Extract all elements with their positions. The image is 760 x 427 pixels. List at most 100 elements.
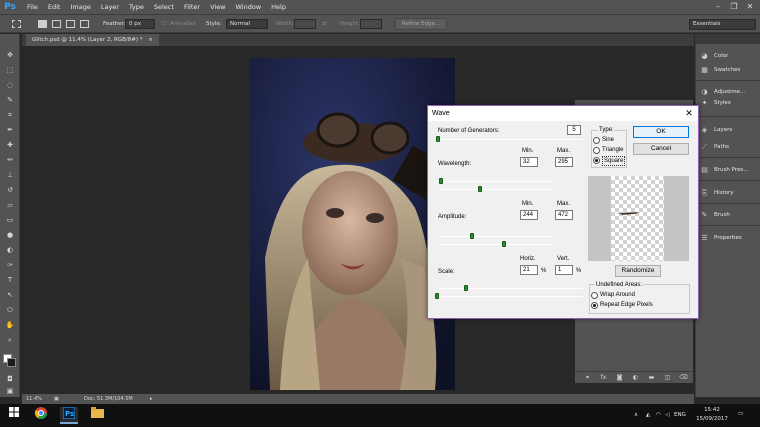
link-layers-icon[interactable]: ⚭ xyxy=(583,373,592,382)
swap-icon[interactable]: ⇄ xyxy=(322,20,327,28)
menu-select[interactable]: Select xyxy=(149,0,179,14)
brush-tool-icon[interactable]: ✏ xyxy=(4,155,16,165)
wrap-around-radio[interactable] xyxy=(591,292,598,299)
quick-select-icon[interactable]: ✎ xyxy=(4,95,16,105)
windows-start-icon[interactable] xyxy=(5,407,23,424)
type-sine-radio[interactable] xyxy=(593,137,600,144)
new-group-icon[interactable]: ▬ xyxy=(647,373,656,382)
document-image[interactable] xyxy=(250,58,455,390)
menu-view[interactable]: View xyxy=(205,0,230,14)
status-arrow-icon[interactable]: ▸ xyxy=(150,395,153,403)
panel-layers[interactable]: ◈ Layers xyxy=(700,123,732,137)
move-tool-icon[interactable]: ✥ xyxy=(4,50,16,60)
type-square-radio[interactable] xyxy=(593,157,600,164)
panel-adjustments[interactable]: ◑ Adjustme... xyxy=(700,85,745,99)
minimize-icon[interactable]: – xyxy=(712,1,724,12)
ok-button[interactable]: OK xyxy=(633,126,689,138)
wifi-icon[interactable]: ◠ xyxy=(656,412,661,419)
wrap-around-label[interactable]: Wrap Around xyxy=(600,291,635,299)
path-select-icon[interactable]: ↖ xyxy=(4,290,16,300)
cancel-button[interactable]: Cancel xyxy=(633,143,689,155)
type-sine-label[interactable]: Sine xyxy=(602,136,614,144)
style-select[interactable]: Normal xyxy=(226,19,268,29)
wavelength-min-input[interactable]: 32 xyxy=(520,157,538,167)
type-square-label[interactable]: Square xyxy=(602,156,626,166)
eyedropper-icon[interactable]: ✒ xyxy=(4,125,16,135)
volume-icon[interactable]: ◁ xyxy=(665,412,669,419)
menu-edit[interactable]: Edit xyxy=(43,0,66,14)
marquee-tool-icon[interactable] xyxy=(12,20,21,28)
close-window-icon[interactable]: ✕ xyxy=(744,1,756,12)
menu-help[interactable]: Help xyxy=(266,0,291,14)
maximize-icon[interactable]: ❐ xyxy=(728,1,740,12)
menu-layer[interactable]: Layer xyxy=(96,0,124,14)
tray-chevron-icon[interactable]: ∧ xyxy=(634,412,638,419)
layer-mask-icon[interactable]: ◙ xyxy=(615,373,624,382)
eraser-icon[interactable]: ▱ xyxy=(4,200,16,210)
intersect-selection-icon[interactable] xyxy=(80,20,89,28)
layer-style-icon[interactable]: fx xyxy=(599,373,608,382)
panel-history[interactable]: ⎘ History xyxy=(700,186,734,200)
scale-vert-slider-track[interactable] xyxy=(438,296,583,297)
pen-icon[interactable]: ✑ xyxy=(4,260,16,270)
screen-mode-icon[interactable]: ▣ xyxy=(4,386,16,396)
generators-input[interactable]: 5 xyxy=(567,125,581,135)
notifications-icon[interactable]: ▭ xyxy=(738,411,743,418)
chrome-icon[interactable] xyxy=(32,407,50,424)
panel-swatches[interactable]: ▦ Swatches xyxy=(700,63,740,77)
scale-vert-input[interactable]: 1 xyxy=(555,265,573,275)
panel-properties[interactable]: ☰ Properties xyxy=(700,231,741,245)
history-brush-icon[interactable]: ↺ xyxy=(4,185,16,195)
menu-type[interactable]: Type xyxy=(124,0,149,14)
clone-stamp-icon[interactable]: ⊥ xyxy=(4,170,16,180)
amplitude-min-input[interactable]: 244 xyxy=(520,210,538,220)
repeat-edge-pixels-radio[interactable] xyxy=(591,302,598,309)
wavelength-min-slider-track[interactable] xyxy=(438,181,553,182)
workspace-select[interactable]: Essentials xyxy=(689,19,756,30)
panel-styles[interactable]: ✦ Styles xyxy=(700,99,731,107)
lasso-icon[interactable]: ◌ xyxy=(4,80,16,90)
background-color-swatch[interactable] xyxy=(7,358,16,367)
clock-time[interactable]: 15:42 xyxy=(694,407,730,414)
new-selection-icon[interactable] xyxy=(38,20,47,28)
tab-close-icon[interactable]: × xyxy=(148,37,153,43)
type-tool-icon[interactable]: T xyxy=(4,275,16,285)
panel-brush-presets[interactable]: ▤ Brush Pres... xyxy=(700,163,748,177)
crop-icon[interactable]: ⌗ xyxy=(4,110,16,120)
type-triangle-label[interactable]: Triangle xyxy=(602,146,623,154)
scale-vert-slider-thumb[interactable] xyxy=(435,293,439,299)
language-indicator[interactable]: ENG xyxy=(674,412,686,419)
file-explorer-icon[interactable] xyxy=(88,407,106,424)
zoom-level[interactable]: 11.4% xyxy=(26,395,42,403)
delete-layer-icon[interactable]: ⌫ xyxy=(679,373,688,382)
network-icon[interactable]: ◭ xyxy=(646,412,650,419)
amplitude-max-input[interactable]: 472 xyxy=(555,210,573,220)
menu-filter[interactable]: Filter xyxy=(179,0,205,14)
dialog-title-bar[interactable]: Wave ✕ xyxy=(428,106,698,121)
menu-file[interactable]: File xyxy=(22,0,43,14)
scale-horiz-input[interactable]: 21 xyxy=(520,265,538,275)
wavelength-min-slider-thumb[interactable] xyxy=(439,178,443,184)
refine-edge-button[interactable]: Refine Edge... xyxy=(395,18,448,30)
photoshop-taskbar-icon[interactable]: Ps xyxy=(60,406,78,424)
panel-brush[interactable]: ✎ Brush xyxy=(700,208,730,222)
wavelength-max-slider-track[interactable] xyxy=(438,189,553,190)
feather-input[interactable]: 0 px xyxy=(125,19,155,29)
menu-image[interactable]: Image xyxy=(65,0,95,14)
add-selection-icon[interactable] xyxy=(52,20,61,28)
type-triangle-radio[interactable] xyxy=(593,147,600,154)
anti-alias-checkbox-icon[interactable]: ☐ xyxy=(161,20,166,28)
panel-color[interactable]: ◕ Color xyxy=(700,49,728,63)
wavelength-max-input[interactable]: 295 xyxy=(555,157,573,167)
subtract-selection-icon[interactable] xyxy=(66,20,75,28)
panel-paths[interactable]: ⟋ Paths xyxy=(700,140,729,154)
generators-slider-thumb[interactable] xyxy=(436,136,440,142)
wavelength-max-slider-thumb[interactable] xyxy=(478,186,482,192)
clock-date[interactable]: 15/09/2017 xyxy=(694,416,730,423)
scale-horiz-slider-track[interactable] xyxy=(438,288,583,289)
height-input[interactable] xyxy=(360,19,382,29)
healing-brush-icon[interactable]: ✚ xyxy=(4,140,16,150)
amplitude-max-slider-track[interactable] xyxy=(438,244,553,245)
amplitude-min-slider-track[interactable] xyxy=(438,236,553,237)
randomize-button[interactable]: Randomize xyxy=(615,265,661,277)
